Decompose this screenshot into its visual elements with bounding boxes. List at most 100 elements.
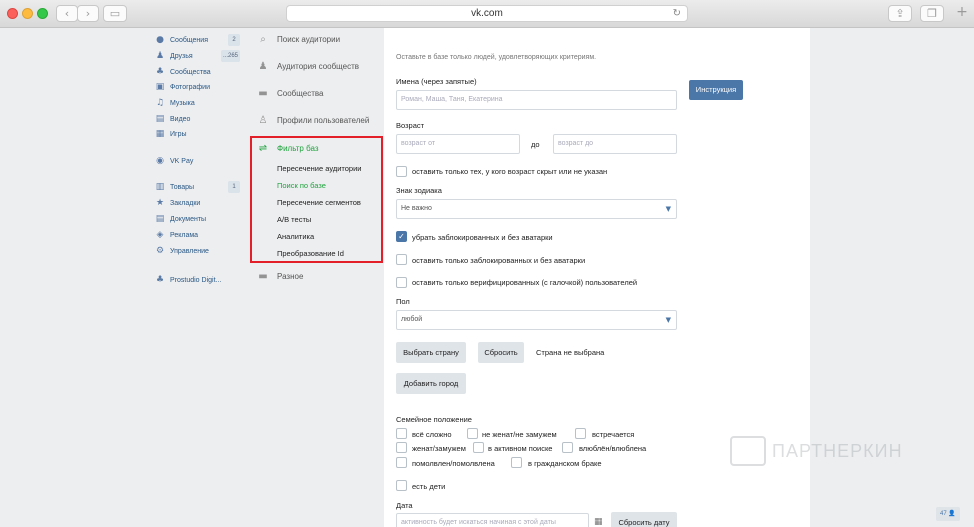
sidebar-item-communities[interactable]: ♣ Сообщества xyxy=(150,65,246,79)
family-checkbox[interactable] xyxy=(396,442,407,453)
sidebar-item-vkpay[interactable]: ◉ VK Pay xyxy=(150,154,246,168)
family-option: в гражданском браке xyxy=(528,459,602,468)
menu-audience-search[interactable]: ⌕ Поиск аудитории xyxy=(250,31,384,47)
goods-badge: 1 xyxy=(228,181,240,193)
gender-label: Пол xyxy=(396,297,410,306)
age-hidden-checkbox[interactable] xyxy=(396,166,407,177)
video-icon: ▤ xyxy=(155,114,165,124)
family-option: влюблён/влюблена xyxy=(579,444,647,453)
menu-communities[interactable]: ▬ Сообщества xyxy=(250,85,384,101)
remove-blocked-label: убрать заблокированных и без аватарки xyxy=(412,233,553,242)
music-icon: ♫ xyxy=(155,98,165,108)
forward-icon[interactable]: › xyxy=(77,5,99,22)
gender-select[interactable]: любой ▼ xyxy=(396,310,677,330)
names-input[interactable]: Роман, Маша, Таня, Екатерина xyxy=(396,90,677,110)
family-checkbox[interactable] xyxy=(511,457,522,468)
choose-country-button[interactable]: Выбрать страну xyxy=(396,342,466,363)
add-city-button[interactable]: Добавить город xyxy=(396,373,466,394)
communities-icon: ♣ xyxy=(155,67,165,77)
sidebar-item-photos[interactable]: ▣ Фотографии xyxy=(150,80,246,94)
menu-icon: ▬ xyxy=(258,270,268,282)
zodiac-select[interactable]: Не важно ▼ xyxy=(396,199,677,219)
chat-icon: ▬ xyxy=(258,87,268,99)
sidebar-item-bookmarks[interactable]: ★ Закладки xyxy=(150,196,246,210)
friends-badge: ...265 xyxy=(220,50,240,62)
close-window-button[interactable] xyxy=(7,8,18,19)
games-icon: ▦ xyxy=(155,129,165,139)
chevron-down-icon: ▼ xyxy=(665,205,671,213)
zodiac-label: Знак зодиака xyxy=(396,186,442,195)
verified-checkbox[interactable] xyxy=(396,277,407,288)
sidebar-item-group[interactable]: ♣ Prostudio Digit... xyxy=(150,273,246,287)
group-icon: ♣ xyxy=(155,275,165,285)
family-checkbox[interactable] xyxy=(396,457,407,468)
messages-badge: 2 xyxy=(228,34,240,46)
age-from-input[interactable]: возраст от xyxy=(396,134,520,154)
minimize-window-button[interactable] xyxy=(22,8,33,19)
vkpay-icon: ◉ xyxy=(156,156,164,166)
calendar-icon[interactable]: ▦ xyxy=(594,517,603,527)
family-checkbox[interactable] xyxy=(473,442,484,453)
family-option: встречается xyxy=(592,430,635,439)
user-icon: ● xyxy=(156,35,164,45)
sidebar-item-goods[interactable]: ▥ Товары 1 xyxy=(150,180,246,194)
browser-toolbar: ‹ › ▭ vk.com ↻ ⇪ ❐ + xyxy=(0,0,974,28)
family-option: всё сложно xyxy=(412,430,452,439)
family-checkbox[interactable] xyxy=(562,442,573,453)
star-icon: ★ xyxy=(155,198,165,208)
friends-icon: ♟ xyxy=(155,51,165,61)
reload-icon[interactable]: ↻ xyxy=(673,6,681,21)
sidebar-item-music[interactable]: ♫ Музыка xyxy=(150,96,246,110)
only-blocked-checkbox[interactable] xyxy=(396,254,407,265)
remove-blocked-checkbox[interactable]: ✓ xyxy=(396,231,407,242)
age-hidden-label: оставить только тех, у кого возраст скры… xyxy=(412,167,608,176)
sidebar-item-games[interactable]: ▦ Игры xyxy=(150,127,246,141)
sidebar-toggle-icon[interactable]: ▭ xyxy=(103,5,127,22)
online-count-badge[interactable]: 47 👤 xyxy=(936,507,960,521)
family-label: Семейное положение xyxy=(396,415,472,424)
sidebar-item-manage[interactable]: ⚙ Управление xyxy=(150,244,246,258)
share-icon[interactable]: ⇪ xyxy=(888,5,912,22)
age-to-input[interactable]: возраст до xyxy=(553,134,677,154)
address-bar[interactable]: vk.com ↻ xyxy=(286,5,688,22)
ads-icon: ◈ xyxy=(156,230,164,240)
family-checkbox[interactable] xyxy=(467,428,478,439)
camera-icon: ▣ xyxy=(155,82,165,92)
gender-value: любой xyxy=(401,316,423,323)
menu-community-audience[interactable]: ♟ Аудитория сообществ xyxy=(250,58,384,74)
date-input[interactable]: активность будет искаться начиная с этой… xyxy=(396,513,589,527)
tabs-icon[interactable]: ❐ xyxy=(920,5,944,22)
sidebar-item-friends[interactable]: ♟ Друзья ...265 xyxy=(150,49,246,63)
family-option: женат/замужем xyxy=(412,444,466,453)
reset-country-button[interactable]: Сбросить xyxy=(478,342,524,363)
profile-icon: ♙ xyxy=(258,114,268,126)
names-label: Имена (через запятые) xyxy=(396,77,477,86)
watermark-logo: ПАРТНЕРКИН xyxy=(730,436,903,466)
watermark-text: ПАРТНЕРКИН xyxy=(772,440,903,461)
sidebar-item-documents[interactable]: ▤ Документы xyxy=(150,212,246,226)
reset-date-button[interactable]: Сбросить дату xyxy=(611,512,677,527)
family-checkbox[interactable] xyxy=(396,428,407,439)
form-intro: Оставьте в базе только людей, удовлетвор… xyxy=(396,54,597,61)
zodiac-value: Не важно xyxy=(401,205,432,212)
family-option: в активном поиске xyxy=(488,444,553,453)
date-label: Дата xyxy=(396,501,413,510)
kids-label: есть дети xyxy=(412,482,446,491)
family-option: не женат/не замужем xyxy=(482,430,557,439)
only-blocked-label: оставить только заблокированных и без ав… xyxy=(412,256,586,265)
sidebar-item-ads[interactable]: ◈ Реклама xyxy=(150,228,246,242)
family-option: помолвлен/помолвлена xyxy=(412,459,495,468)
cart-icon: ▥ xyxy=(155,182,165,192)
sidebar-item-video[interactable]: ▤ Видео xyxy=(150,112,246,126)
back-icon[interactable]: ‹ xyxy=(56,5,78,22)
age-label: Возраст xyxy=(396,121,425,130)
maximize-window-button[interactable] xyxy=(37,8,48,19)
search-icon: ⌕ xyxy=(260,33,266,45)
new-tab-icon[interactable]: + xyxy=(953,5,971,22)
sidebar-item-messages[interactable]: ● Сообщения 2 xyxy=(150,33,246,47)
kids-checkbox[interactable] xyxy=(396,480,407,491)
menu-other[interactable]: ▬ Разное xyxy=(250,268,384,284)
menu-user-profiles[interactable]: ♙ Профили пользователей xyxy=(250,112,384,128)
instruction-button[interactable]: Инструкция xyxy=(689,80,743,100)
family-checkbox[interactable] xyxy=(575,428,586,439)
